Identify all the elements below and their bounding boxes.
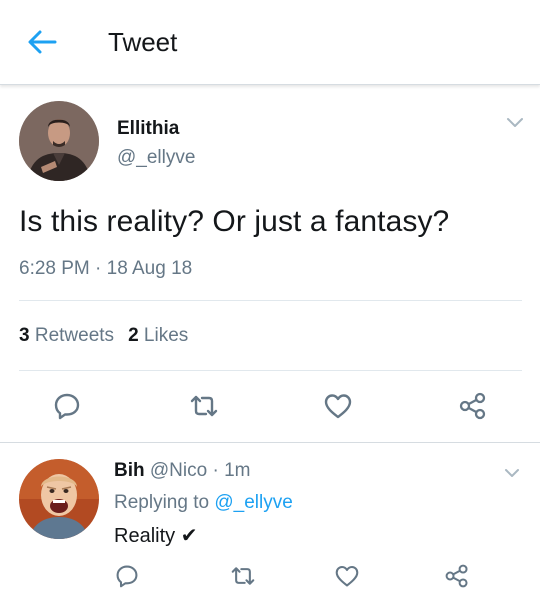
reply-author-name[interactable]: Bih [114, 460, 145, 481]
retweet-icon [190, 395, 218, 417]
retweet-icon [231, 567, 255, 585]
reply-author-avatar[interactable] [19, 459, 99, 539]
reply-author-handle[interactable]: @Nico [150, 460, 207, 481]
reply-header: Bih @Nico · 1m [114, 460, 250, 482]
reply-time: 1m [224, 460, 251, 481]
page-title: Tweet [108, 27, 178, 57]
likes-stat[interactable]: 2 Likes [128, 325, 188, 346]
like-button[interactable] [323, 392, 353, 420]
author-name[interactable]: Ellithia [117, 118, 179, 140]
replying-to-handle-link[interactable]: @_ellyve [214, 492, 292, 513]
divider [19, 300, 522, 301]
share-button[interactable] [458, 391, 488, 421]
author-handle[interactable]: @_ellyve [117, 147, 195, 169]
retweets-label: Retweets [34, 325, 115, 346]
reply-icon [116, 565, 138, 588]
retweets-count: 3 [19, 325, 30, 346]
chevron-down-icon [505, 469, 519, 477]
reply-menu-button[interactable] [503, 466, 521, 479]
share-icon [445, 564, 468, 588]
reply-share-button[interactable] [444, 563, 470, 589]
reply-button[interactable] [53, 392, 81, 420]
retweets-stat[interactable]: 3 Retweets [19, 325, 114, 346]
top-bar: Tweet [0, 0, 540, 85]
reply-like-button[interactable] [334, 564, 360, 588]
likes-count: 2 [128, 325, 139, 346]
arrow-left-icon [28, 30, 57, 54]
back-button[interactable] [26, 28, 58, 56]
replying-to: Replying to @_ellyve [114, 492, 293, 514]
tweet-timestamp[interactable]: 6:28 PM · 18 Aug 18 [19, 258, 192, 280]
separator-dot: · [207, 460, 225, 481]
tweet-text: Is this reality? Or just a fantasy? [19, 205, 450, 238]
tweet-stats: 3 Retweets 2 Likes [19, 325, 188, 347]
chevron-down-icon [507, 118, 523, 127]
reply-reply-button[interactable] [115, 564, 139, 588]
reply-retweet-button[interactable] [229, 564, 257, 588]
tweet-menu-button[interactable] [505, 115, 525, 129]
like-icon [335, 565, 359, 587]
like-icon [324, 394, 352, 419]
author-avatar[interactable] [19, 101, 99, 181]
reply-icon [54, 393, 80, 420]
reply-text: Reality ✔ [114, 525, 198, 547]
replying-to-label: Replying to [114, 492, 210, 513]
share-icon [459, 392, 486, 420]
divider [19, 370, 522, 371]
retweet-button[interactable] [188, 392, 220, 420]
likes-label: Likes [143, 325, 189, 346]
